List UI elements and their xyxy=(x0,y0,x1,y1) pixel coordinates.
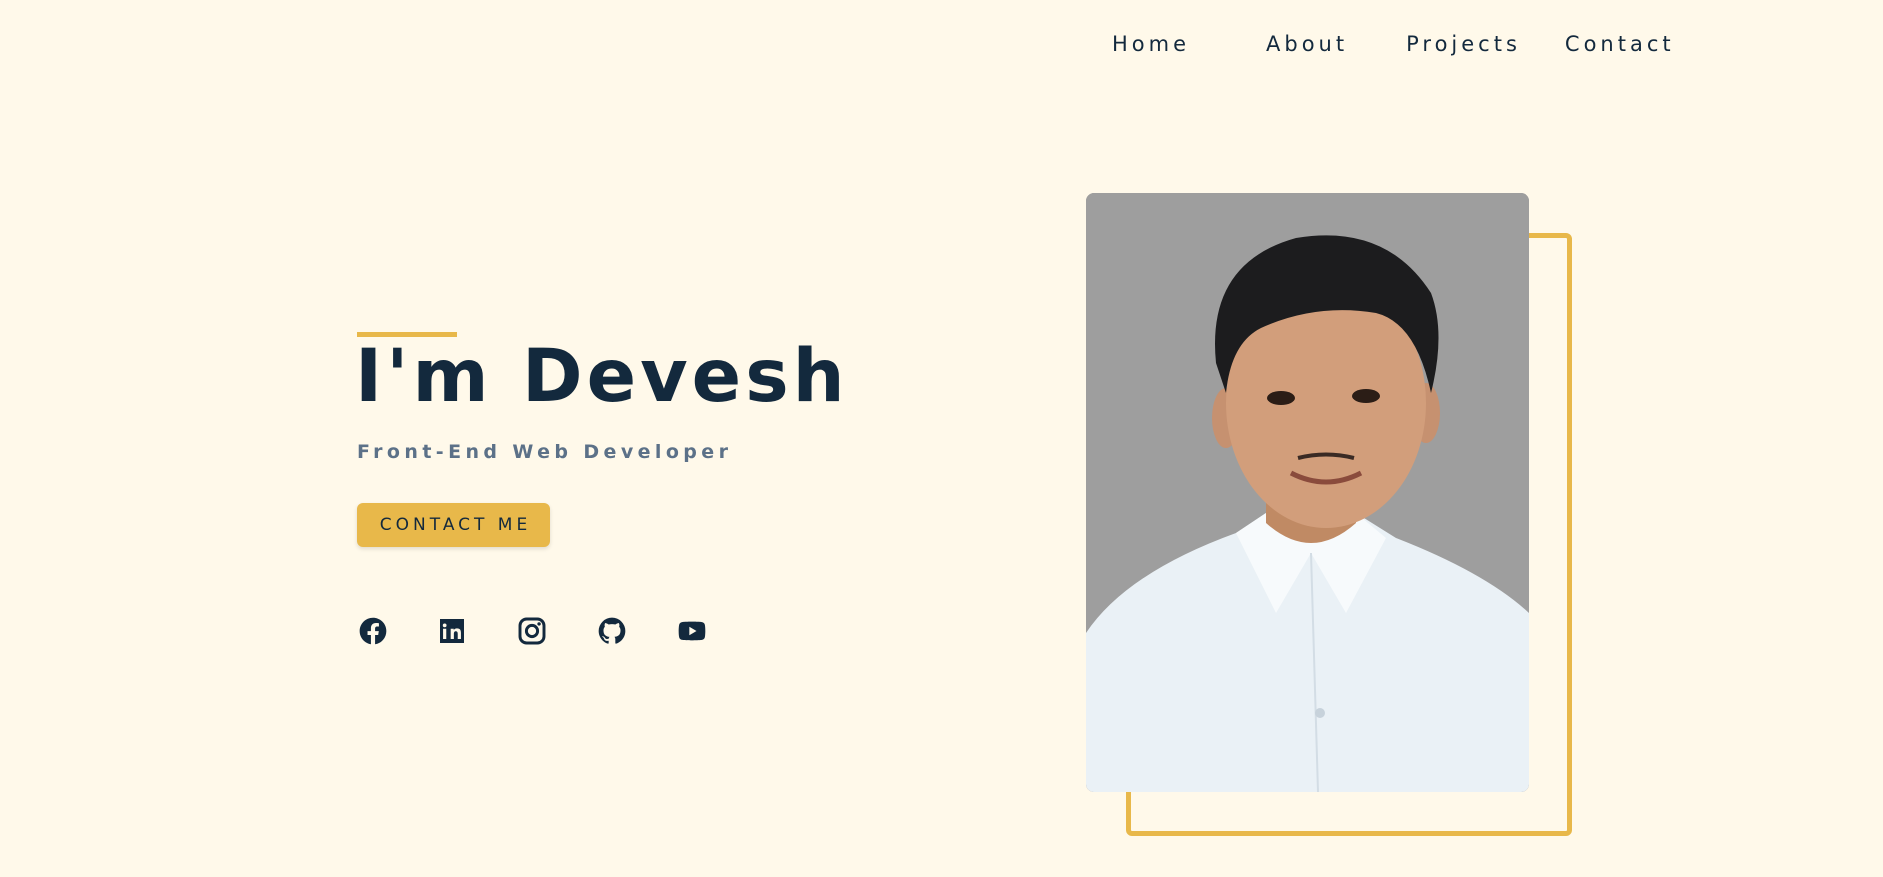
main-nav: Home About Projects Contact xyxy=(1112,32,1675,56)
nav-link-about[interactable]: About xyxy=(1266,32,1348,56)
linkedin-icon[interactable] xyxy=(436,615,468,647)
nav-link-home[interactable]: Home xyxy=(1112,32,1190,56)
github-icon[interactable] xyxy=(596,615,628,647)
nav-link-projects[interactable]: Projects xyxy=(1406,32,1521,56)
facebook-icon[interactable] xyxy=(357,615,389,647)
hero-title: I'm Devesh xyxy=(355,334,849,419)
nav-link-contact[interactable]: Contact xyxy=(1565,32,1675,56)
youtube-icon[interactable] xyxy=(676,615,708,647)
profile-photo xyxy=(1086,193,1529,792)
instagram-icon[interactable] xyxy=(516,615,548,647)
page: Home About Projects Contact I'm Devesh F… xyxy=(0,0,1883,877)
contact-me-button[interactable]: CONTACT ME xyxy=(357,503,550,547)
hero-subtitle: Front-End Web Developer xyxy=(357,441,733,463)
